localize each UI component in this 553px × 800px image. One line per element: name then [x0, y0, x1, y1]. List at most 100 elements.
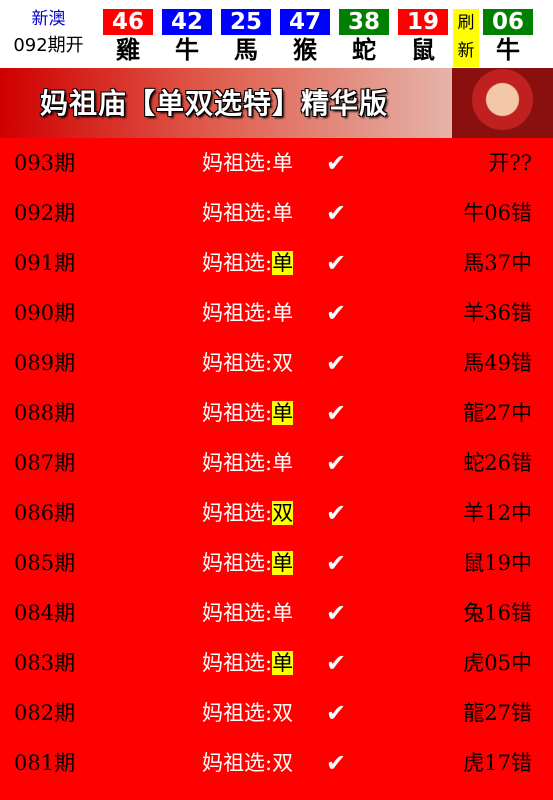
check-icon: ✔ — [326, 699, 347, 727]
pick-value: 单 — [272, 451, 294, 475]
prediction-row: 087期 妈祖选:单 ✔ 蛇26错 — [0, 438, 553, 488]
check-icon: ✔ — [326, 299, 347, 327]
pick-value: 单 — [272, 551, 294, 575]
pick-value: 双 — [272, 751, 294, 775]
prediction-text: 妈祖选:单 — [202, 588, 293, 638]
period-label: 081期 — [14, 751, 76, 775]
check-icon: ✔ — [326, 599, 347, 627]
prediction-text: 妈祖选:单 — [202, 138, 293, 188]
period-label: 087期 — [14, 451, 76, 475]
check-icon: ✔ — [326, 249, 347, 277]
prediction-label: 妈祖选: — [202, 251, 273, 275]
period-label: 082期 — [14, 701, 76, 725]
pick-value: 单 — [272, 251, 294, 275]
prediction-row: 081期 妈祖选:双 ✔ 虎17错 — [0, 738, 553, 788]
prediction-label: 妈祖选: — [202, 501, 273, 525]
result-label: 羊36错 — [463, 301, 532, 325]
prediction-label: 妈祖选: — [202, 351, 273, 375]
pick-value: 双 — [272, 701, 294, 725]
result-label: 馬49错 — [463, 351, 532, 375]
result-label: 龍27错 — [463, 701, 532, 725]
ball-number: 25 — [221, 9, 271, 35]
result-ball: 42 牛 — [162, 9, 212, 67]
refresh-label-1: 刷 — [457, 13, 475, 33]
pick-value: 单 — [272, 401, 294, 425]
ball-zodiac: 牛 — [175, 35, 199, 64]
check-icon: ✔ — [326, 549, 347, 577]
result-label: 虎05中 — [463, 651, 532, 675]
pick-value: 双 — [272, 501, 294, 525]
prediction-row: 088期 妈祖选:单 ✔ 龍27中 — [0, 388, 553, 438]
check-icon: ✔ — [326, 499, 347, 527]
ball-zodiac: 雞 — [116, 35, 140, 64]
pick-value: 单 — [272, 601, 294, 625]
check-icon: ✔ — [326, 199, 347, 227]
period-label: 089期 — [14, 351, 76, 375]
ball-zodiac: 蛇 — [352, 35, 376, 64]
special-ball: 06 牛 — [483, 9, 533, 67]
period-label: 084期 — [14, 601, 76, 625]
prediction-row: 086期 妈祖选:双 ✔ 羊12中 — [0, 488, 553, 538]
prediction-text: 妈祖选:单 — [202, 288, 293, 338]
pick-value: 双 — [272, 351, 294, 375]
result-ball: 46 雞 — [103, 9, 153, 67]
prediction-row: 091期 妈祖选:单 ✔ 馬37中 — [0, 238, 553, 288]
check-icon: ✔ — [326, 449, 347, 477]
mazu-portrait-image — [452, 68, 553, 138]
ball-number: 47 — [280, 9, 330, 35]
pick-value: 单 — [272, 651, 294, 675]
check-icon: ✔ — [326, 149, 347, 177]
period-label: 088期 — [14, 401, 76, 425]
result-label: 虎17错 — [463, 751, 532, 775]
prediction-label: 妈祖选: — [202, 301, 273, 325]
prediction-label: 妈祖选: — [202, 201, 273, 225]
prediction-text: 妈祖选:双 — [202, 338, 293, 388]
prediction-row: 089期 妈祖选:双 ✔ 馬49错 — [0, 338, 553, 388]
period-label: 090期 — [14, 301, 76, 325]
ball-zodiac: 鼠 — [411, 35, 435, 64]
refresh-button[interactable]: 刷 新 — [453, 9, 479, 67]
prediction-row: 090期 妈祖选:单 ✔ 羊36错 — [0, 288, 553, 338]
prediction-text: 妈祖选:单 — [202, 638, 294, 688]
ball-zodiac: 猴 — [293, 35, 317, 64]
result-label: 龍27中 — [463, 401, 532, 425]
ball-zodiac: 馬 — [234, 35, 258, 64]
period-label: 086期 — [14, 501, 76, 525]
ball-zodiac: 牛 — [496, 35, 520, 64]
prediction-row: 083期 妈祖选:单 ✔ 虎05中 — [0, 638, 553, 688]
prediction-label: 妈祖选: — [202, 651, 273, 675]
prediction-label: 妈祖选: — [202, 601, 273, 625]
prediction-text: 妈祖选:双 — [202, 488, 294, 538]
result-label: 兔16错 — [463, 601, 532, 625]
result-ball: 19 鼠 — [398, 9, 448, 67]
prediction-label: 妈祖选: — [202, 551, 273, 575]
result-ball: 47 猴 — [280, 9, 330, 67]
brand-block: 新澳 092期开 — [0, 0, 97, 68]
result-label: 牛06错 — [463, 201, 532, 225]
latest-period-label: 092期开 — [13, 35, 84, 56]
check-icon: ✔ — [326, 349, 347, 377]
prediction-label: 妈祖选: — [202, 751, 273, 775]
prediction-row: 092期 妈祖选:单 ✔ 牛06错 — [0, 188, 553, 238]
prediction-row: 082期 妈祖选:双 ✔ 龍27错 — [0, 688, 553, 738]
pick-value: 单 — [272, 301, 294, 325]
result-label: 馬37中 — [463, 251, 532, 275]
period-label: 083期 — [14, 651, 76, 675]
result-label: 开?? — [488, 151, 532, 175]
prediction-text: 妈祖选:双 — [202, 738, 293, 788]
prediction-text: 妈祖选:单 — [202, 188, 293, 238]
period-label: 085期 — [14, 551, 76, 575]
ball-number: 42 — [162, 9, 212, 35]
draw-result-bar: 新澳 092期开 46 雞 42 牛 25 馬 47 猴 38 蛇 19 鼠 刷… — [0, 0, 553, 68]
prediction-text: 妈祖选:单 — [202, 438, 293, 488]
prediction-row: 084期 妈祖选:单 ✔ 兔16错 — [0, 588, 553, 638]
brand-name[interactable]: 新澳 — [0, 8, 97, 30]
ball-number: 19 — [398, 9, 448, 35]
banner: 妈祖庙【单双选特】精华版 — [0, 68, 553, 138]
prediction-label: 妈祖选: — [202, 451, 273, 475]
prediction-text: 妈祖选:双 — [202, 688, 293, 738]
prediction-row: 093期 妈祖选:单 ✔ 开?? — [0, 138, 553, 188]
check-icon: ✔ — [326, 399, 347, 427]
result-label: 鼠19中 — [463, 551, 532, 575]
pick-value: 单 — [272, 201, 294, 225]
